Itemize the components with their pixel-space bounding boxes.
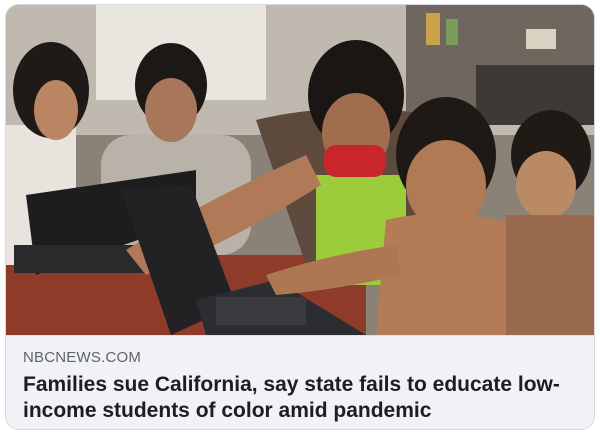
link-preview-card[interactable]: NBCNEWS.COM Families sue California, say… [5, 4, 595, 430]
article-photo[interactable] [6, 5, 595, 335]
link-preview-meta[interactable]: NBCNEWS.COM Families sue California, say… [6, 335, 594, 429]
article-headline[interactable]: Families sue California, say state fails… [23, 372, 583, 424]
source-domain[interactable]: NBCNEWS.COM [23, 349, 141, 366]
